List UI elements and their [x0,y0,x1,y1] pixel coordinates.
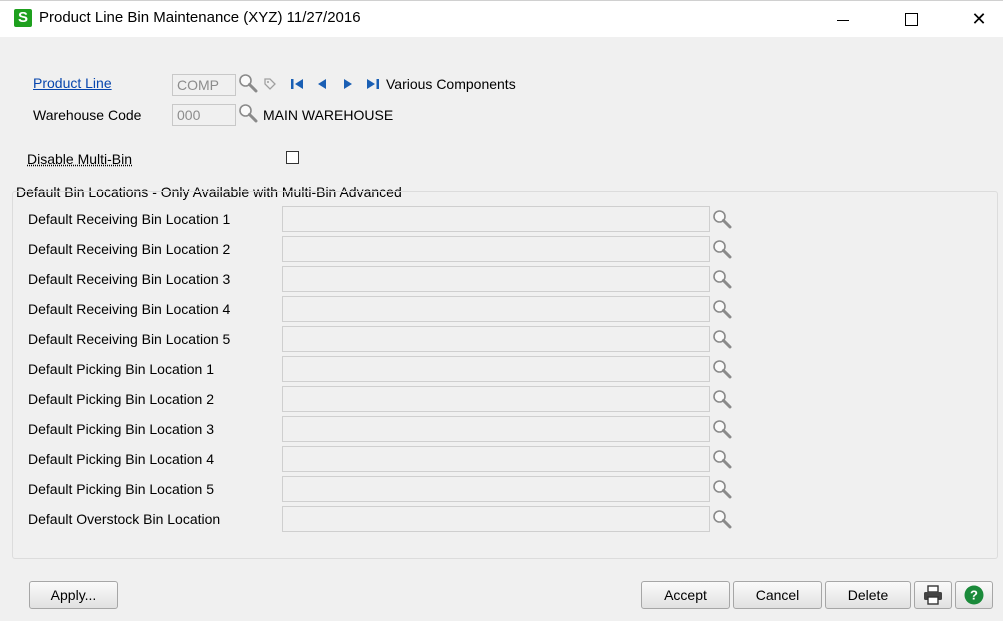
sage-app-icon: S [14,9,32,27]
bin-location-label: Default Picking Bin Location 2 [28,391,214,407]
bin-location-field[interactable] [282,266,710,292]
help-icon: ? [964,585,984,605]
bin-location-label: Default Receiving Bin Location 5 [28,331,231,347]
minimize-icon [837,19,849,21]
bin-lookup-icon[interactable] [712,449,732,469]
window-title: Product Line Bin Maintenance (XYZ) 11/27… [39,9,361,26]
bin-location-label: Default Receiving Bin Location 1 [28,211,231,227]
bin-location-field[interactable] [282,446,710,472]
bin-lookup-icon[interactable] [712,269,732,289]
bin-location-label: Default Receiving Bin Location 2 [28,241,231,257]
bin-location-field[interactable] [282,296,710,322]
bin-lookup-icon[interactable] [712,329,732,349]
delete-button-label: Delete [847,587,889,603]
bin-location-field[interactable] [282,236,710,262]
bin-location-field[interactable] [282,356,710,382]
previous-record-icon[interactable] [315,77,329,91]
first-record-icon[interactable] [290,77,304,91]
product-line-link[interactable]: Product Line [33,75,112,91]
accept-button[interactable]: Accept [641,581,730,609]
minimize-button[interactable] [820,1,866,37]
bin-location-field[interactable] [282,206,710,232]
bin-lookup-icon[interactable] [712,299,732,319]
warehouse-code-field[interactable]: 000 [172,104,236,126]
bin-lookup-icon[interactable] [712,239,732,259]
apply-button-label: Apply... [50,587,97,603]
bin-location-label: Default Picking Bin Location 3 [28,421,214,437]
bin-location-field[interactable] [282,416,710,442]
print-button[interactable] [914,581,952,609]
warehouse-lookup-icon[interactable] [238,103,258,123]
apply-button[interactable]: Apply... [29,581,118,609]
bin-location-label: Default Receiving Bin Location 3 [28,271,231,287]
main-window: S Product Line Bin Maintenance (XYZ) 11/… [0,0,1003,621]
warehouse-code-label: Warehouse Code [33,107,142,123]
bin-lookup-icon[interactable] [712,479,732,499]
bin-lookup-icon[interactable] [712,509,732,529]
close-icon: ✕ [971,9,987,29]
bin-location-label: Default Receiving Bin Location 4 [28,301,231,317]
close-button[interactable]: ✕ [956,1,1002,37]
bin-location-label: Default Picking Bin Location 1 [28,361,214,377]
maximize-icon [904,12,918,26]
cancel-button[interactable]: Cancel [733,581,822,609]
last-record-icon[interactable] [366,77,380,91]
bin-lookup-icon[interactable] [712,209,732,229]
title-bar: S Product Line Bin Maintenance (XYZ) 11/… [0,1,1003,37]
bin-location-label: Default Picking Bin Location 4 [28,451,214,467]
bin-lookup-icon[interactable] [712,359,732,379]
printer-icon [924,585,942,605]
bin-location-field[interactable] [282,326,710,352]
next-record-icon[interactable] [341,77,355,91]
help-button[interactable]: ? [955,581,993,609]
warehouse-description: MAIN WAREHOUSE [263,107,394,123]
product-line-description: Various Components [386,76,516,92]
delete-button[interactable]: Delete [825,581,911,609]
tag-icon[interactable] [263,77,277,91]
svg-text:?: ? [970,588,978,603]
maximize-button[interactable] [888,1,934,37]
product-line-lookup-icon[interactable] [238,73,258,93]
cancel-button-label: Cancel [755,587,800,603]
bin-location-field[interactable] [282,476,710,502]
disable-multi-bin-label: Disable Multi-Bin [27,151,133,167]
disable-multi-bin-checkbox[interactable] [286,151,299,164]
product-line-field[interactable]: COMP [172,74,236,96]
bin-lookup-icon[interactable] [712,419,732,439]
bin-location-field[interactable] [282,506,710,532]
bin-location-label: Default Overstock Bin Location [28,511,221,527]
bin-lookup-icon[interactable] [712,389,732,409]
bin-location-label: Default Picking Bin Location 5 [28,481,214,497]
bin-location-field[interactable] [282,386,710,412]
accept-button-label: Accept [664,587,707,603]
